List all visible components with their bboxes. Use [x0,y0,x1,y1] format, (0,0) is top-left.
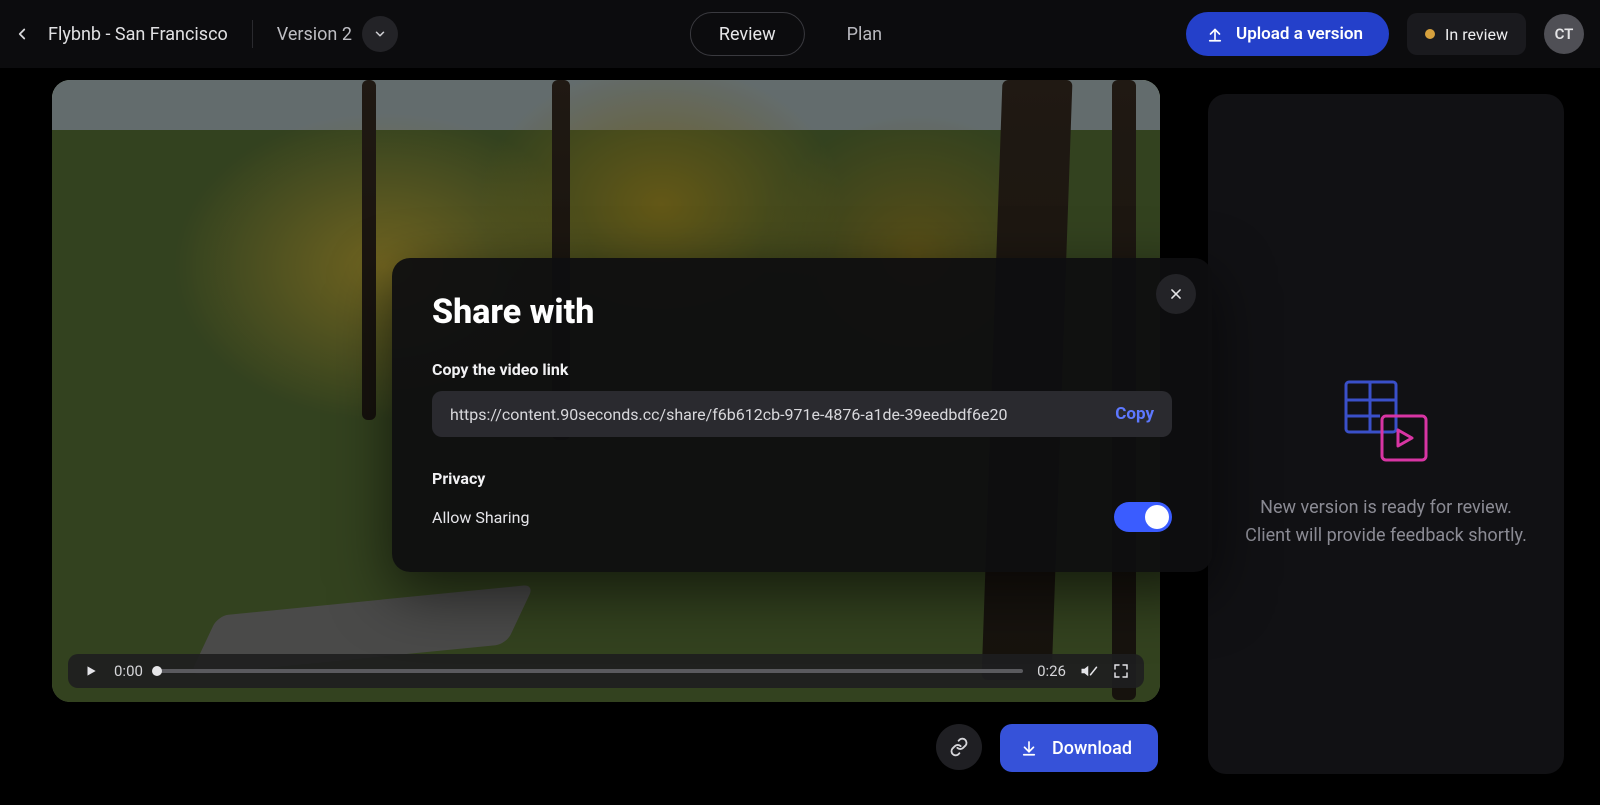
avatar-initials: CT [1555,25,1574,43]
version-label: Version 2 [277,24,352,45]
video-controls: 0:00 0:26 [68,654,1144,688]
app-header: Flybnb - San Francisco Version 2 Review … [0,0,1600,68]
tab-plan[interactable]: Plan [819,12,910,56]
review-message: New version is ready for review. Client … [1245,494,1527,550]
mute-button[interactable] [1080,662,1098,680]
privacy-heading: Privacy [432,469,1172,488]
tab-label: Plan [847,24,882,45]
toggle-knob [1145,505,1169,529]
status-badge: In review [1407,13,1526,55]
fullscreen-button[interactable] [1112,662,1130,680]
status-dot-icon [1425,29,1435,39]
share-modal: Share with Copy the video link https://c… [392,258,1212,572]
tab-review[interactable]: Review [690,12,805,56]
avatar[interactable]: CT [1544,14,1584,54]
modal-title: Share with [432,292,1172,332]
back-button[interactable] [10,22,34,46]
close-icon [1169,287,1183,301]
share-url-text: https://content.90seconds.cc/share/f6b61… [450,405,1099,424]
allow-sharing-label: Allow Sharing [432,508,529,527]
copy-button[interactable]: Copy [1115,404,1154,424]
divider [252,20,253,48]
time-total: 0:26 [1037,662,1066,680]
tab-label: Review [719,24,776,45]
project-title: Flybnb - San Francisco [48,24,228,45]
status-text: In review [1445,25,1508,44]
chevron-down-icon [373,27,387,41]
chevron-left-icon [13,25,31,43]
download-button[interactable]: Download [1000,724,1158,772]
review-message-line: New version is ready for review. [1245,494,1527,522]
review-illustration [1340,374,1432,466]
fullscreen-icon [1113,663,1129,679]
copy-link-label: Copy the video link [432,360,1172,379]
close-button[interactable] [1156,274,1196,314]
allow-sharing-toggle[interactable] [1114,502,1172,532]
upload-version-button[interactable]: Upload a version [1186,12,1389,56]
upload-label: Upload a version [1236,24,1363,44]
progress-handle[interactable] [152,666,162,676]
review-message-line: Client will provide feedback shortly. [1245,522,1527,550]
play-icon [84,664,98,678]
progress-bar[interactable] [157,669,1023,673]
time-current: 0:00 [114,662,143,680]
download-icon [1020,739,1038,757]
play-button[interactable] [82,662,100,680]
version-dropdown[interactable] [362,16,398,52]
share-url-field[interactable]: https://content.90seconds.cc/share/f6b61… [432,391,1172,437]
download-label: Download [1052,738,1132,759]
volume-muted-icon [1080,662,1098,680]
review-side-panel: New version is ready for review. Client … [1208,94,1564,774]
upload-icon [1206,25,1224,43]
link-icon [949,737,969,757]
share-link-button[interactable] [936,724,982,770]
